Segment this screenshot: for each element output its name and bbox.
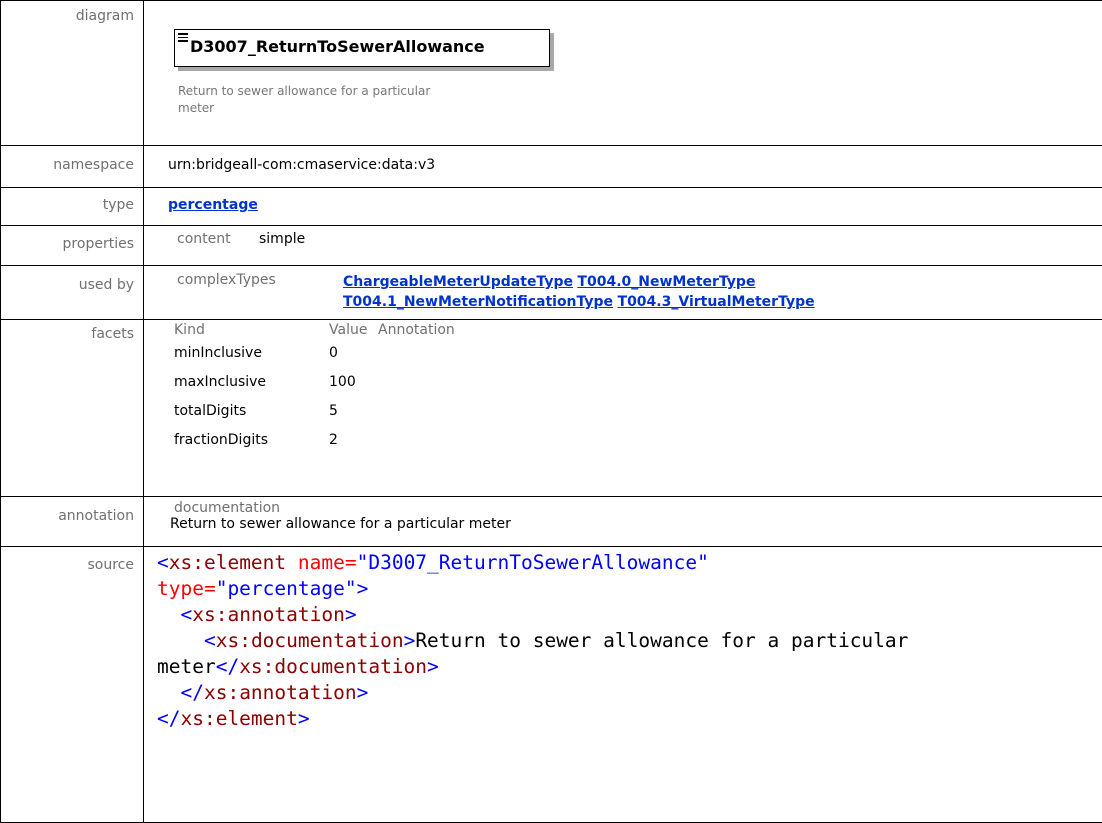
used-by-link-0[interactable]: ChargeableMeterUpdateType bbox=[343, 274, 573, 290]
src-tag: xs:element bbox=[180, 707, 297, 730]
src-bracket: > bbox=[357, 681, 369, 704]
properties-value: simple bbox=[259, 231, 305, 247]
used-by-label: used by bbox=[1, 266, 144, 320]
used-by-links: ChargeableMeterUpdateType T004.0_NewMete… bbox=[343, 272, 983, 312]
src-text: Return to sewer allowance for a particul… bbox=[415, 629, 908, 652]
src-bracket: > bbox=[298, 707, 310, 730]
src-bracket: < bbox=[180, 603, 192, 626]
facets-header-value: Value bbox=[329, 320, 378, 340]
type-label: type bbox=[1, 188, 144, 226]
type-link[interactable]: percentage bbox=[168, 197, 258, 213]
src-tag: xs:annotation bbox=[192, 603, 345, 626]
src-bracket: > bbox=[357, 577, 369, 600]
src-bracket: > bbox=[345, 603, 357, 626]
element-doc-icon bbox=[178, 33, 188, 44]
properties-key: content bbox=[177, 231, 259, 247]
annotation-key: documentation bbox=[170, 500, 1102, 516]
used-by-link-1[interactable]: T004.0_NewMeterType bbox=[577, 274, 755, 290]
facet-value: 5 bbox=[329, 398, 338, 424]
src-indent bbox=[157, 603, 180, 626]
source-row: source <xs:element name="D3007_ReturnToS… bbox=[1, 547, 1102, 823]
src-indent bbox=[157, 629, 204, 652]
facet-value: 2 bbox=[329, 427, 338, 453]
facet-kind: maxInclusive bbox=[174, 369, 329, 395]
used-by-row: used by complexTypesChargeableMeterUpdat… bbox=[1, 266, 1102, 320]
properties-label: properties bbox=[1, 226, 144, 266]
src-tag: xs:annotation bbox=[204, 681, 357, 704]
facets-label: facets bbox=[1, 320, 144, 497]
src-text: meter bbox=[157, 655, 216, 678]
element-diagram-name: D3007_ReturnToSewerAllowance bbox=[190, 37, 485, 56]
facet-row: fractionDigits2 bbox=[174, 427, 1102, 456]
src-attr-value: "percentage" bbox=[216, 577, 357, 600]
src-bracket: > bbox=[404, 629, 416, 652]
src-bracket: > bbox=[427, 655, 439, 678]
facets-header: KindValueAnnotation bbox=[174, 320, 1102, 340]
src-tag: xs:element bbox=[169, 551, 286, 574]
facets-row: facets KindValueAnnotation minInclusive0… bbox=[1, 320, 1102, 497]
diagram-label: diagram bbox=[1, 1, 144, 146]
element-diagram-doc-line1: Return to sewer allowance for a particul… bbox=[178, 83, 578, 100]
used-by-link-3[interactable]: T004.3_VirtualMeterType bbox=[618, 294, 815, 310]
diagram-row: diagram D3007_ReturnToSewerAllowance Ret… bbox=[1, 1, 1102, 146]
facets-header-annotation: Annotation bbox=[378, 320, 455, 340]
facets-header-kind: Kind bbox=[174, 320, 329, 340]
type-row: type percentage bbox=[1, 188, 1102, 226]
diagram-cell: D3007_ReturnToSewerAllowance Return to s… bbox=[144, 1, 1102, 146]
element-doc-table: diagram D3007_ReturnToSewerAllowance Ret… bbox=[0, 0, 1102, 823]
element-diagram-doc-line2: meter bbox=[178, 100, 578, 117]
source-label: source bbox=[1, 547, 144, 823]
src-bracket: < bbox=[204, 629, 216, 652]
src-tag: xs:documentation bbox=[239, 655, 427, 678]
namespace-label: namespace bbox=[1, 146, 144, 188]
annotation-label: annotation bbox=[1, 497, 144, 547]
src-bracket: </ bbox=[180, 681, 203, 704]
element-diagram-doc: Return to sewer allowance for a particul… bbox=[178, 83, 578, 117]
facet-row: maxInclusive100 bbox=[174, 369, 1102, 398]
used-by-key: complexTypes bbox=[177, 272, 343, 288]
annotation-text: Return to sewer allowance for a particul… bbox=[170, 516, 1102, 532]
namespace-value: urn:bridgeall-com:cmaservice:data:v3 bbox=[144, 146, 1102, 188]
src-attr: name= bbox=[286, 551, 356, 574]
annotation-row: annotation documentation Return to sewer… bbox=[1, 497, 1102, 547]
facet-row: minInclusive0 bbox=[174, 340, 1102, 369]
facet-kind: fractionDigits bbox=[174, 427, 329, 453]
src-tag: xs:documentation bbox=[216, 629, 404, 652]
src-bracket: </ bbox=[216, 655, 239, 678]
source-code: <xs:element name="D3007_ReturnToSewerAll… bbox=[157, 550, 1102, 732]
src-attr: type= bbox=[157, 577, 216, 600]
src-bracket: < bbox=[157, 551, 169, 574]
facet-value: 100 bbox=[329, 369, 356, 395]
facet-value: 0 bbox=[329, 340, 338, 366]
src-bracket: </ bbox=[157, 707, 180, 730]
properties-row: properties contentsimple bbox=[1, 226, 1102, 266]
facet-row: totalDigits5 bbox=[174, 398, 1102, 427]
element-diagram-box[interactable]: D3007_ReturnToSewerAllowance bbox=[174, 29, 550, 67]
used-by-link-2[interactable]: T004.1_NewMeterNotificationType bbox=[343, 294, 613, 310]
src-attr-value: "D3007_ReturnToSewerAllowance" bbox=[357, 551, 709, 574]
namespace-row: namespace urn:bridgeall-com:cmaservice:d… bbox=[1, 146, 1102, 188]
facet-kind: totalDigits bbox=[174, 398, 329, 424]
src-indent bbox=[157, 681, 180, 704]
facet-kind: minInclusive bbox=[174, 340, 329, 366]
